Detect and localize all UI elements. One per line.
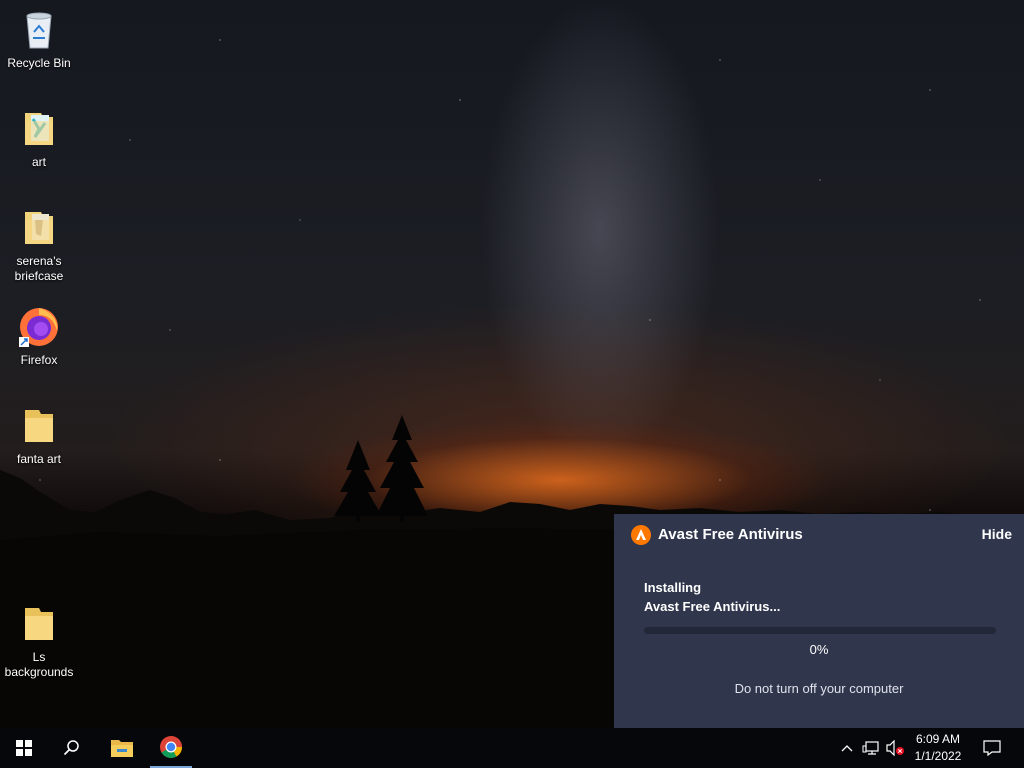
install-progress-percent: 0% <box>809 642 829 657</box>
network-icon <box>862 741 879 755</box>
folder-icon <box>25 212 53 244</box>
install-progress-bar <box>644 627 996 634</box>
desktop-icon-art-folder[interactable]: art <box>0 107 78 170</box>
desktop-icon-label: serena's briefcase <box>14 254 64 283</box>
desktop-icon-firefox[interactable]: Firefox <box>0 305 78 368</box>
action-center-button[interactable] <box>978 728 1006 768</box>
tray-clock[interactable]: 6:09 AM 1/1/2022 <box>904 731 972 765</box>
taskbar-chrome[interactable] <box>150 728 192 768</box>
windows-start-icon <box>16 740 32 756</box>
tray-volume[interactable] <box>884 728 906 768</box>
desktop-icon-ls-backgrounds-folder[interactable]: Ls backgrounds <box>0 602 78 680</box>
firefox-icon <box>19 308 58 347</box>
file-explorer-icon <box>111 740 133 757</box>
folder-icon <box>25 608 53 640</box>
chevron-up-icon <box>841 745 853 752</box>
search-icon <box>63 740 79 756</box>
clock-date: 1/1/2022 <box>914 749 962 763</box>
desktop-icon-label: Ls backgrounds <box>4 650 74 679</box>
tray-overflow-button[interactable] <box>838 728 856 768</box>
install-status-line1: Installing <box>644 580 702 595</box>
taskbar: 6:09 AM 1/1/2022 <box>0 728 1024 768</box>
avast-install-notification: Avast Free Antivirus Hide Installing Ava… <box>614 514 1024 728</box>
search-button[interactable] <box>48 728 96 768</box>
volume-muted-icon <box>886 740 904 756</box>
desktop-icon-label: fanta art <box>16 452 62 466</box>
chrome-icon <box>160 736 182 758</box>
hide-button[interactable]: Hide <box>982 526 1012 542</box>
desktop-icon-recycle-bin[interactable]: Recycle Bin <box>0 8 78 71</box>
desktop-icon-label: art <box>31 155 46 169</box>
folder-icon <box>25 113 53 145</box>
taskbar-file-explorer[interactable] <box>98 728 146 768</box>
desktop-icon-fanta-art-folder[interactable]: fanta art <box>0 404 78 467</box>
install-warning-message: Do not turn off your computer <box>734 681 904 696</box>
action-center-icon <box>983 740 1001 756</box>
start-button[interactable] <box>0 728 48 768</box>
desktop-icon-label: Firefox <box>20 353 58 367</box>
install-status-line2: Avast Free Antivirus... <box>644 599 781 614</box>
notification-title: Avast Free Antivirus <box>658 526 803 543</box>
clock-time: 6:09 AM <box>915 732 961 746</box>
folder-icon <box>25 410 53 442</box>
desktop-icon-serenas-briefcase-folder[interactable]: serena's briefcase <box>0 206 78 284</box>
recycle-bin-icon <box>26 12 52 49</box>
avast-logo-icon <box>631 525 651 545</box>
tray-network[interactable] <box>860 728 882 768</box>
desktop-icon-label: Recycle Bin <box>7 56 71 70</box>
